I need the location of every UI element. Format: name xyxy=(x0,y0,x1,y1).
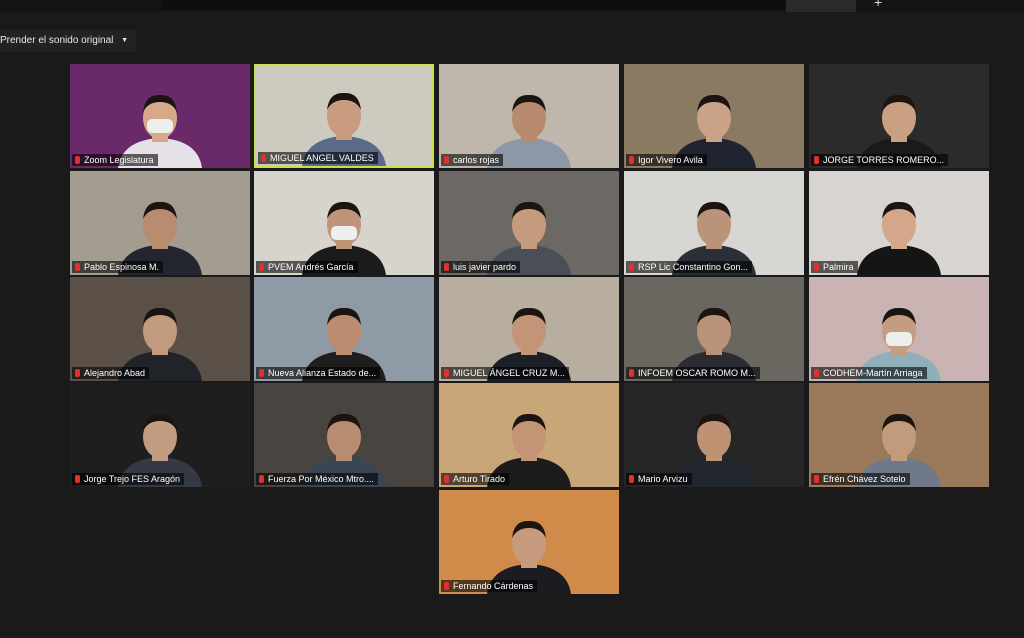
participant-name-text: MIGUEL ÁNGEL CRUZ M... xyxy=(453,368,565,378)
participant-tile[interactable]: Palmira xyxy=(809,171,989,275)
participant-tile[interactable]: PVEM Andrés García xyxy=(254,171,434,275)
participant-name: Palmira xyxy=(811,261,858,273)
mic-muted-icon xyxy=(75,369,80,377)
participant-name: Nueva Alianza Estado de... xyxy=(256,367,381,379)
participant-tile[interactable]: Igor Vivero Avila xyxy=(624,64,804,168)
participant-name: MIGUEL ANGEL VALDES xyxy=(258,152,378,164)
participant-tile[interactable]: RSP Lic Constantino Gon... xyxy=(624,171,804,275)
mic-muted-icon xyxy=(75,475,80,483)
participant-name-text: JORGE TORRES ROMERO... xyxy=(823,155,945,165)
participant-tile[interactable]: luis javier pardo xyxy=(439,171,619,275)
mic-muted-icon xyxy=(444,475,449,483)
participant-tile[interactable]: Alejandro Abad xyxy=(70,277,250,381)
participant-name: Mario Arvizu xyxy=(626,473,692,485)
participant-name: Jorge Trejo FES Aragón xyxy=(72,473,185,485)
participant-name-text: PVEM Andrés García xyxy=(268,262,354,272)
mic-muted-icon xyxy=(75,156,80,164)
mic-muted-icon xyxy=(259,263,264,271)
participant-name-text: carlos rojas xyxy=(453,155,500,165)
participant-name-text: Igor Vivero Avila xyxy=(638,155,703,165)
participant-video xyxy=(857,201,941,275)
participant-tile[interactable]: carlos rojas xyxy=(439,64,619,168)
participant-name-text: Mario Arvizu xyxy=(638,474,688,484)
mic-muted-icon xyxy=(261,154,266,162)
plus-icon[interactable]: + xyxy=(874,0,882,9)
participant-name-text: Alejandro Abad xyxy=(84,368,146,378)
mic-muted-icon xyxy=(629,475,634,483)
participant-tile[interactable]: Pablo Espinosa M. xyxy=(70,171,250,275)
participant-name-text: Nueva Alianza Estado de... xyxy=(268,368,377,378)
mic-muted-icon xyxy=(444,156,449,164)
mic-muted-icon xyxy=(259,475,264,483)
participant-name: luis javier pardo xyxy=(441,261,521,273)
mic-muted-icon xyxy=(444,582,449,590)
participant-name: carlos rojas xyxy=(441,154,504,166)
participant-name-text: Arturo Tirado xyxy=(453,474,506,484)
participant-name: INFOEM OSCAR ROMO M... xyxy=(626,367,760,379)
participant-name: Efrén Chávez Sotelo xyxy=(811,473,910,485)
participant-name: MIGUEL ÁNGEL CRUZ M... xyxy=(441,367,569,379)
mic-muted-icon xyxy=(814,156,819,164)
participant-name-text: Jorge Trejo FES Aragón xyxy=(84,474,181,484)
mic-muted-icon xyxy=(814,263,819,271)
chevron-down-icon: ▼ xyxy=(121,37,128,44)
participant-name-text: Pablo Espinosa M. xyxy=(84,262,160,272)
mic-muted-icon xyxy=(444,263,449,271)
participant-tile[interactable]: Fuerza Por México Mtro.... xyxy=(254,383,434,487)
participant-name: PVEM Andrés García xyxy=(256,261,358,273)
participant-name-text: INFOEM OSCAR ROMO M... xyxy=(638,368,756,378)
search-bar[interactable] xyxy=(162,0,786,10)
participant-name: Pablo Espinosa M. xyxy=(72,261,164,273)
participant-tile[interactable]: Fernando Cárdenas xyxy=(439,490,619,594)
participant-name: JORGE TORRES ROMERO... xyxy=(811,154,949,166)
participant-name-text: Efrén Chávez Sotelo xyxy=(823,474,906,484)
participant-name-text: MIGUEL ANGEL VALDES xyxy=(270,153,374,163)
participant-name-text: Palmira xyxy=(823,262,854,272)
mic-muted-icon xyxy=(629,263,634,271)
participant-name-text: Fuerza Por México Mtro.... xyxy=(268,474,375,484)
mic-muted-icon xyxy=(814,475,819,483)
mic-muted-icon xyxy=(629,369,634,377)
mic-muted-icon xyxy=(444,369,449,377)
participant-name-text: Fernando Cárdenas xyxy=(453,581,534,591)
original-sound-label: Prender el sonido original xyxy=(0,35,114,46)
participant-tile[interactable]: INFOEM OSCAR ROMO M... xyxy=(624,277,804,381)
participant-tile[interactable]: CODHEM-Martín Arriaga xyxy=(809,277,989,381)
participant-name: Alejandro Abad xyxy=(72,367,150,379)
participant-name: Zoom Legislatura xyxy=(72,154,158,166)
participant-tile[interactable]: JORGE TORRES ROMERO... xyxy=(809,64,989,168)
mic-muted-icon xyxy=(629,156,634,164)
participant-tile[interactable]: Mario Arvizu xyxy=(624,383,804,487)
participant-tile[interactable]: Nueva Alianza Estado de... xyxy=(254,277,434,381)
participant-tile[interactable]: MIGUEL ANGEL VALDES xyxy=(254,64,434,168)
mic-muted-icon xyxy=(259,369,264,377)
original-sound-dropdown[interactable]: Prender el sonido original ▼ xyxy=(0,30,136,52)
top-bar-button[interactable] xyxy=(786,0,856,12)
participant-tile[interactable]: MIGUEL ÁNGEL CRUZ M... xyxy=(439,277,619,381)
participant-name: Igor Vivero Avila xyxy=(626,154,707,166)
mic-muted-icon xyxy=(75,263,80,271)
participant-name: CODHEM-Martín Arriaga xyxy=(811,367,927,379)
participant-name-text: CODHEM-Martín Arriaga xyxy=(823,368,923,378)
participant-name: RSP Lic Constantino Gon... xyxy=(626,261,752,273)
participant-name-text: RSP Lic Constantino Gon... xyxy=(638,262,748,272)
participant-tile[interactable]: Arturo Tirado xyxy=(439,383,619,487)
participant-tile[interactable]: Zoom Legislatura xyxy=(70,64,250,168)
participant-name-text: luis javier pardo xyxy=(453,262,517,272)
participant-name: Fernando Cárdenas xyxy=(441,580,538,592)
top-bar: + xyxy=(0,0,1024,12)
participant-name: Fuerza Por México Mtro.... xyxy=(256,473,379,485)
mic-muted-icon xyxy=(814,369,819,377)
participant-tile[interactable]: Efrén Chávez Sotelo xyxy=(809,383,989,487)
participant-tile[interactable]: Jorge Trejo FES Aragón xyxy=(70,383,250,487)
participant-name: Arturo Tirado xyxy=(441,473,510,485)
participant-name-text: Zoom Legislatura xyxy=(84,155,154,165)
